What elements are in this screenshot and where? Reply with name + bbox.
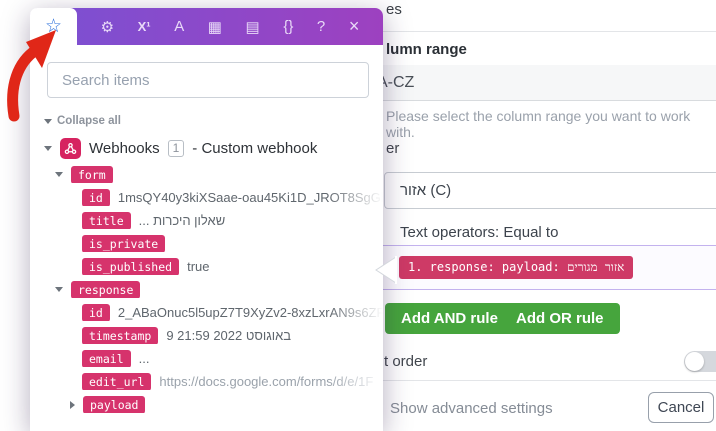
- tree-row: is_private: [82, 235, 383, 252]
- data-tree: form id 1msQY40y3kiXSaae-oau45Ki1D_JROT8…: [44, 166, 383, 413]
- field-pill-response[interactable]: response: [71, 281, 140, 298]
- column-range-hint: Please select the column range you want …: [386, 108, 716, 140]
- module-number-badge: 1: [168, 140, 185, 157]
- tree-row: email ...: [82, 350, 383, 367]
- caret-down-icon: [44, 119, 52, 124]
- divider: [340, 100, 716, 101]
- field-value: ...: [139, 351, 150, 366]
- tree-row: title שאלון היכרות ...: [82, 212, 383, 229]
- divider: [340, 380, 716, 381]
- field-pill-email[interactable]: email: [82, 350, 131, 367]
- json-braces-icon[interactable]: {}: [283, 18, 293, 35]
- settings-gear-icon[interactable]: ⚙: [101, 18, 114, 36]
- field-value: 9 באוגוסט 2022 21:59: [166, 328, 291, 343]
- mapping-panel: ☆ ⚙ X¹ A ▦ ▤ {} ? × Collapse all: [30, 8, 383, 431]
- tree-row: form: [55, 166, 383, 183]
- variables-icon[interactable]: X¹: [138, 19, 151, 34]
- tree-root-webhooks[interactable]: Webhooks 1 - Custom webhook: [44, 138, 317, 159]
- field-value: https://docs.google.com/forms/d/e/1F: [159, 374, 373, 389]
- field-value: 2_ABaOnuc5l5upZ7T9XyZv2-8xzLxrAN9s6ZF: [118, 305, 383, 320]
- field-pill-id[interactable]: id: [82, 304, 110, 321]
- tree-row: edit_url https://docs.google.com/forms/d…: [82, 373, 383, 390]
- text-functions-icon[interactable]: A: [174, 18, 184, 35]
- filter-field-dropdown[interactable]: אזור (C) ▼: [384, 172, 716, 209]
- tree-row: payload: [70, 396, 383, 413]
- filter-operator-value: Text operators: Equal to: [400, 224, 558, 241]
- screen: es lumn range A-CZ Please select the col…: [0, 0, 716, 431]
- tree-row: response: [55, 281, 383, 298]
- show-advanced-settings-link[interactable]: Show advanced settings: [390, 400, 553, 417]
- tab-favorites[interactable]: ☆: [30, 8, 77, 45]
- tree-row: timestamp 9 באוגוסט 2022 21:59: [82, 327, 383, 344]
- field-pill-is-private[interactable]: is_private: [82, 235, 165, 252]
- sort-order-toggle[interactable]: [684, 351, 716, 372]
- dialog-title-fragment: es: [386, 1, 402, 18]
- divider: [340, 31, 716, 32]
- field-pill-is-published[interactable]: is_published: [82, 258, 179, 275]
- close-icon[interactable]: ×: [349, 16, 360, 37]
- toolbar-icons: ⚙ X¹ A ▦ ▤ {} ? ×: [77, 8, 383, 45]
- tree-row: id 1msQY40y3kiXSaae-oau45Ki1D_JROT8SgGk8: [82, 189, 383, 206]
- field-pill-id[interactable]: id: [82, 189, 110, 206]
- table-functions-icon[interactable]: ▤: [246, 18, 260, 36]
- add-and-rule-button[interactable]: Add AND rule: [385, 303, 514, 334]
- webhook-app-icon: [60, 138, 81, 159]
- root-suffix: - Custom webhook: [192, 140, 317, 157]
- toggle-knob: [685, 352, 704, 371]
- field-pill-payload[interactable]: payload: [83, 396, 145, 413]
- field-value: שאלון היכרות ...: [139, 213, 226, 228]
- help-icon[interactable]: ?: [317, 18, 325, 35]
- search-input[interactable]: [47, 62, 369, 98]
- field-pill-title[interactable]: title: [82, 212, 131, 229]
- caret-down-icon[interactable]: [55, 287, 63, 292]
- mapping-panel-toolbar: ☆ ⚙ X¹ A ▦ ▤ {} ? ×: [30, 8, 383, 45]
- date-functions-icon[interactable]: ▦: [208, 18, 222, 36]
- collapse-all-button[interactable]: Collapse all: [44, 115, 121, 127]
- mapping-panel-body: Collapse all Webhooks 1 - Custom webhook: [30, 45, 383, 431]
- sort-order-label: t order: [384, 353, 427, 370]
- caret-down-icon[interactable]: [55, 172, 63, 177]
- field-pill-edit-url[interactable]: edit_url: [82, 373, 151, 390]
- add-or-rule-button[interactable]: Add OR rule: [500, 303, 620, 334]
- field-value: 1msQY40y3kiXSaae-oau45Ki1D_JROT8SgGk8: [118, 190, 383, 205]
- filter-label: er: [386, 140, 399, 157]
- field-value: true: [187, 259, 209, 274]
- mapped-rule-pill[interactable]: 1. response: payload: אזור מגורים: [399, 256, 633, 279]
- star-icon: ☆: [45, 15, 62, 38]
- tree-row: is_published true: [82, 258, 383, 275]
- caret-down-icon[interactable]: [44, 146, 52, 151]
- root-app-name: Webhooks: [89, 140, 160, 157]
- column-range-label: lumn range: [386, 41, 467, 58]
- field-pill-form[interactable]: form: [71, 166, 113, 183]
- tree-row: id 2_ABaOnuc5l5upZ7T9XyZv2-8xzLxrAN9s6ZF: [82, 304, 383, 321]
- collapse-all-label: Collapse all: [57, 115, 121, 127]
- cancel-button[interactable]: Cancel: [648, 392, 714, 423]
- caret-right-icon[interactable]: [70, 401, 75, 409]
- map-toggle-notch-icon[interactable]: [374, 256, 397, 284]
- filter-field-value: אזור (C): [400, 182, 451, 199]
- field-pill-timestamp[interactable]: timestamp: [82, 327, 158, 344]
